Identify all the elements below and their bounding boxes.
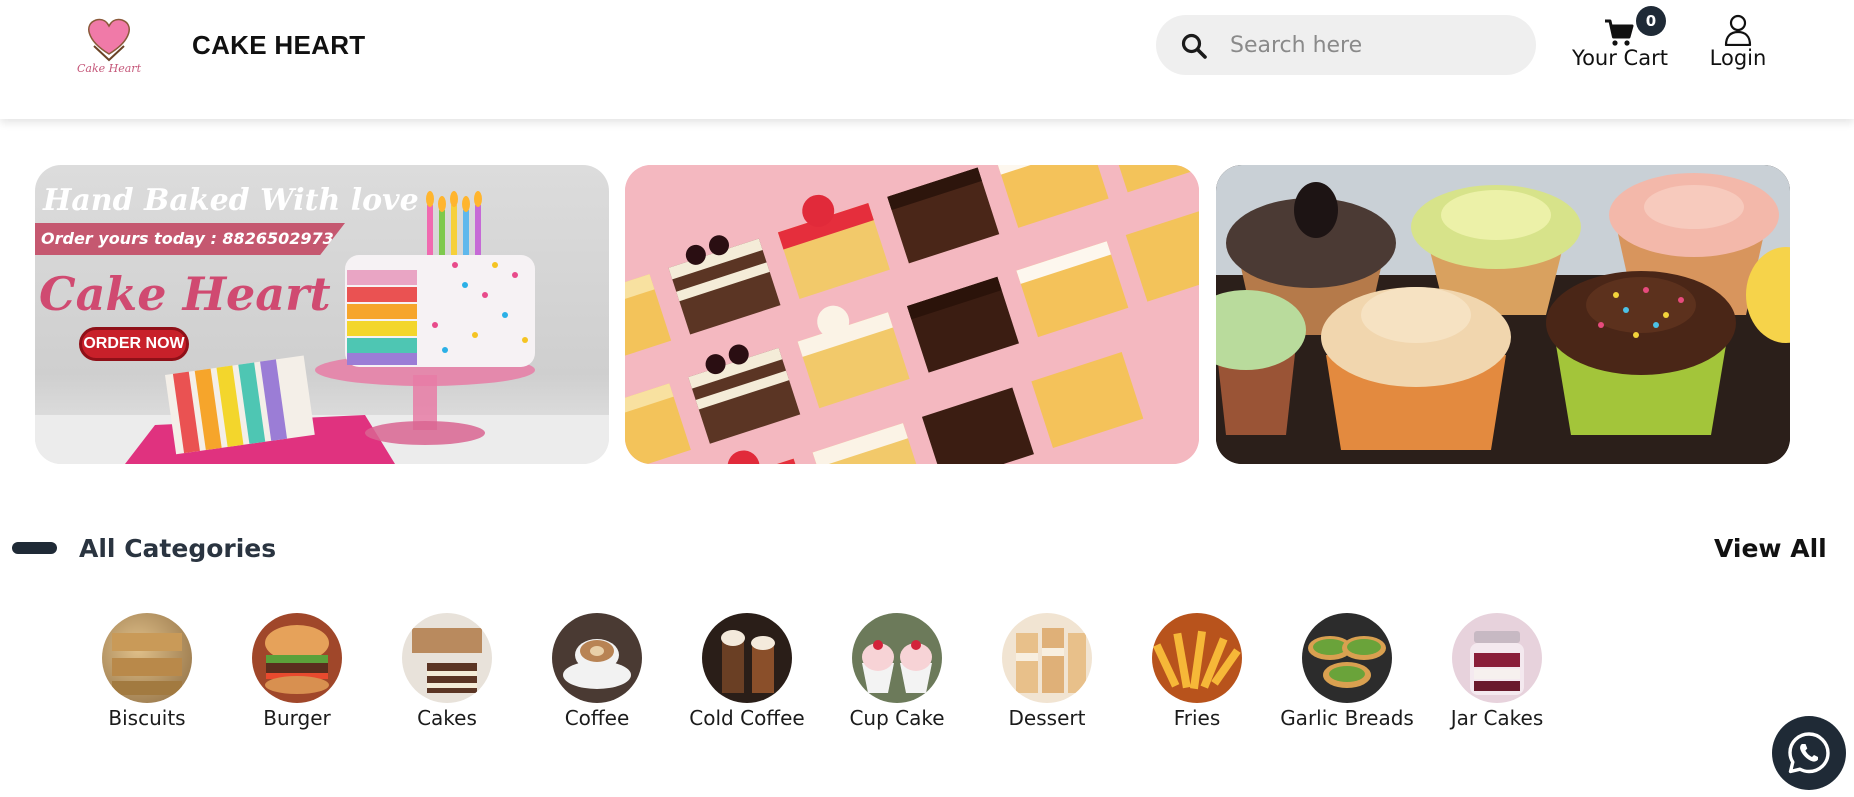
category-label: Jar Cakes — [1450, 706, 1544, 730]
coffee-image — [563, 639, 631, 689]
site-header: Cake Heart CAKE HEART 0 Your Cart Login — [0, 0, 1854, 119]
search-icon[interactable] — [1180, 32, 1208, 60]
category-label: Fries — [1173, 706, 1221, 730]
whatsapp-icon — [1788, 732, 1830, 774]
garlic-bread-image — [1308, 636, 1386, 688]
category-label: Cold Coffee — [689, 706, 805, 730]
svg-text:Cake Heart: Cake Heart — [77, 62, 142, 74]
category-burger[interactable]: Burger — [222, 612, 372, 732]
heart-logo-icon: Cake Heart — [77, 18, 142, 75]
category-garlic-breads[interactable]: Garlic Breads — [1272, 612, 1422, 732]
category-fries[interactable]: Fries — [1122, 612, 1272, 732]
category-thumb — [1002, 613, 1092, 703]
category-thumb — [1302, 613, 1392, 703]
category-label: Garlic Breads — [1280, 706, 1414, 730]
search-bar[interactable] — [1156, 15, 1536, 75]
cold-coffee-image — [721, 630, 775, 693]
whatsapp-button[interactable] — [1772, 716, 1846, 790]
category-label: Cakes — [417, 706, 477, 730]
category-label: Dessert — [1008, 706, 1086, 730]
category-label: Cup Cake — [849, 706, 945, 730]
category-thumb — [552, 613, 642, 703]
jar-cake-image — [1470, 631, 1524, 695]
cupcakes-image — [1216, 165, 1790, 464]
view-all-link[interactable]: View All — [1714, 534, 1827, 563]
category-cold-coffee[interactable]: Cold Coffee — [672, 612, 822, 732]
fries-image — [1153, 630, 1241, 690]
cart-icon — [1605, 19, 1634, 46]
cakes-image — [412, 628, 482, 693]
login-button[interactable]: Login — [1700, 6, 1776, 78]
category-thumb — [1152, 613, 1242, 703]
search-input[interactable] — [1230, 25, 1520, 65]
category-label: Biscuits — [108, 706, 186, 730]
banner-phone-text: Order yours today : 8826502973 — [41, 229, 334, 248]
category-thumb — [1452, 613, 1542, 703]
burger-image — [265, 625, 329, 694]
category-label: Coffee — [564, 706, 630, 730]
category-label: Burger — [263, 706, 331, 730]
category-thumb — [252, 613, 342, 703]
cupcake-image — [862, 640, 932, 693]
categories-title: All Categories — [79, 534, 277, 563]
category-thumb — [702, 613, 792, 703]
category-dessert[interactable]: Dessert — [972, 612, 1122, 732]
order-now-button[interactable]: ORDER NOW — [79, 327, 189, 361]
pastries-image — [625, 165, 1199, 464]
cart-button[interactable]: 0 Your Cart — [1566, 6, 1674, 78]
category-jar-cakes[interactable]: Jar Cakes — [1422, 612, 1572, 732]
biscuits-image — [112, 633, 182, 695]
category-biscuits[interactable]: Biscuits — [72, 612, 222, 732]
category-cakes[interactable]: Cakes — [372, 612, 522, 732]
section-marker — [12, 542, 57, 554]
banner-headline: Hand Baked With love — [43, 183, 419, 218]
promo-banner-cupcakes[interactable] — [1216, 165, 1790, 464]
promo-banner-pastries[interactable] — [625, 165, 1199, 464]
login-label: Login — [1709, 46, 1767, 70]
brand-name[interactable]: CAKE HEART — [192, 30, 365, 61]
dessert-image — [1016, 628, 1086, 693]
cart-count-badge: 0 — [1636, 6, 1666, 36]
banner-brand-name: Cake Heart — [39, 267, 331, 321]
logo[interactable]: Cake Heart — [76, 14, 142, 75]
category-thumb — [852, 613, 942, 703]
category-cup-cake[interactable]: Cup Cake — [822, 612, 972, 732]
banner-phone-ribbon: Order yours today : 8826502973 — [35, 223, 345, 255]
user-icon — [1724, 14, 1752, 46]
category-thumb — [102, 613, 192, 703]
cart-label: Your Cart — [1572, 46, 1668, 70]
category-coffee[interactable]: Coffee — [522, 612, 672, 732]
promo-banner-cake[interactable]: Hand Baked With love Order yours today :… — [35, 165, 609, 464]
category-thumb — [402, 613, 492, 703]
